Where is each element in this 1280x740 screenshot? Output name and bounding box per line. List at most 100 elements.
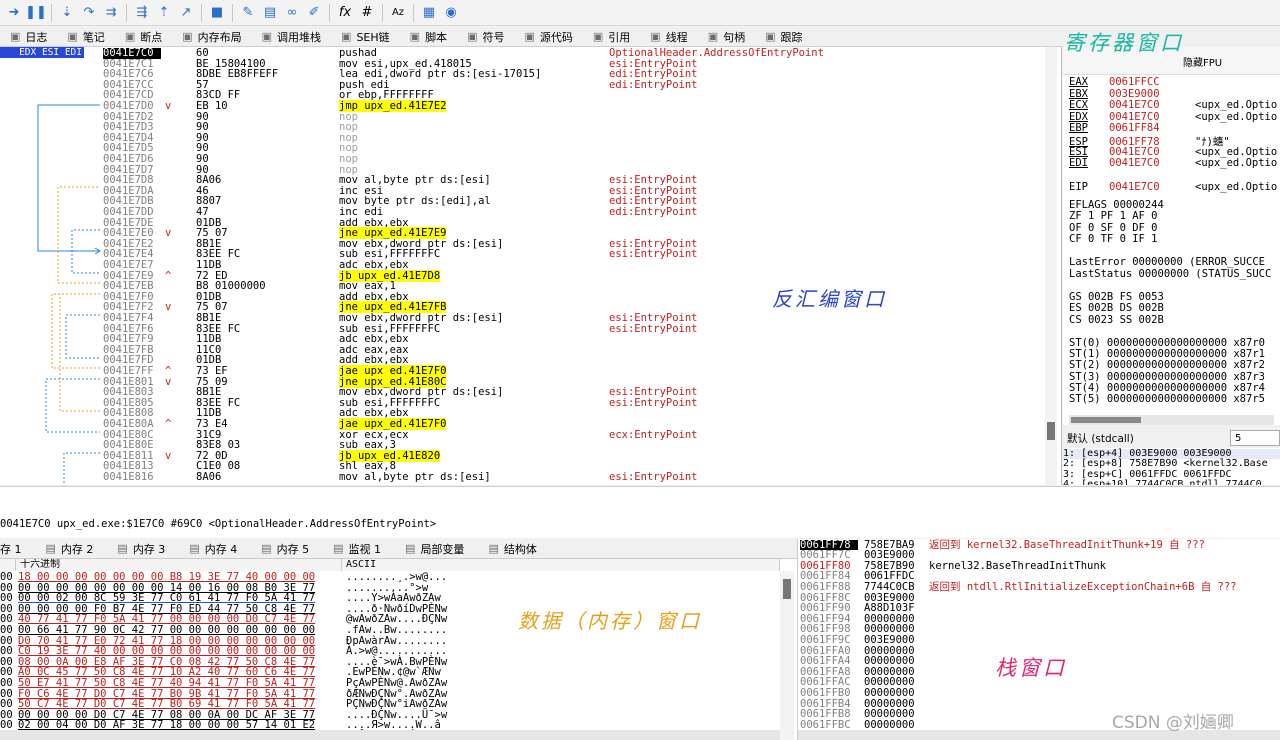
note-icon[interactable]: ▤ [260, 3, 280, 23]
tab-memory-map[interactable]: ▣ 内存布局 [172, 27, 251, 47]
link-icon[interactable]: ∞ [282, 3, 302, 23]
disasm-row[interactable]: 0041E7D7 90 nop [103, 164, 1043, 176]
globe-icon[interactable]: ◉ [441, 3, 461, 23]
tab-trace[interactable]: ▣ 跟踪 [755, 27, 812, 47]
register-eax[interactable]: EAX 0061FFCC [1069, 76, 1195, 88]
register-ecx[interactable]: ECX 0041E7C0 <upx_ed.Optio [1069, 99, 1277, 111]
step-over-icon[interactable]: ↷ [79, 3, 99, 23]
disasm-row[interactable]: 0041E7F2 v 75 07 jne upx_ed.41E7FB [103, 301, 1043, 314]
animate-icon[interactable]: ⇶ [132, 3, 152, 23]
disasm-row[interactable]: 0041E7F6 83EE FC sub esi,FFFFFFFC esi:Entry… [103, 323, 1043, 335]
dump-tab-4[interactable]: ▤ 内存 4 [177, 539, 249, 559]
tab-breakpoint[interactable]: ▣ 断点 [115, 27, 172, 47]
disasm-row[interactable]: 0041E7D8 8A06 mov al,byte ptr ds:[esi] esi:… [103, 175, 1043, 186]
dump-scrollbar[interactable] [780, 571, 794, 740]
register-ebx[interactable]: EBX 003E9000 [1069, 88, 1195, 100]
step-out-icon[interactable]: ⇡ [154, 3, 174, 23]
disasm-row[interactable]: 0041E7C0 60 pushad OptionalHeader.AddressOf… [103, 48, 1043, 59]
dump-tab-5[interactable]: ▤ 内存 5 [249, 539, 321, 559]
disasm-row[interactable]: 0041E7D0 v EB 10 jmp upx_ed.41E7E2 [103, 100, 1043, 112]
dump-tab-1[interactable]: 存 1 [0, 539, 34, 559]
arrow-right-icon[interactable]: ➜ [4, 3, 24, 23]
disasm-row[interactable]: 0041E7D6 90 nop [103, 154, 1043, 165]
disasm-row[interactable]: 0041E816 8A06 mov al,byte ptr ds:[esi] esi:… [103, 472, 1043, 483]
stop-icon[interactable]: ■ [207, 3, 227, 23]
disasm-row[interactable]: 0041E7EB B8 01000000 mov eax,1 [103, 281, 1043, 292]
tab-thread[interactable]: ▣ 线程 [640, 27, 697, 47]
stack-row[interactable]: 0061FFB0 00000000 [798, 688, 1280, 699]
disassembly-scrollbar[interactable] [1045, 47, 1057, 485]
hide-fpu-button[interactable]: 隐藏FPU [1183, 54, 1222, 69]
arg-count-dropdown[interactable]: 5 [1230, 430, 1280, 446]
tab-symbol[interactable]: ▣ 符号 [457, 27, 514, 47]
disasm-row[interactable]: 0041E7F0 01DB add ebx,ebx [103, 291, 1043, 303]
hash-icon[interactable]: # [357, 3, 377, 23]
disasm-row[interactable]: 0041E813 C1E0 08 shl eax,8 [103, 461, 1043, 472]
disasm-row[interactable]: 0041E80C 31C9 xor ecx,ecx ecx:EntryPoint [103, 429, 1043, 441]
disasm-row[interactable]: 0041E7E4 83EE FC sub esi,FFFFFFFC esi:Entry… [103, 249, 1043, 260]
dump-scroll-thumb[interactable] [783, 579, 791, 599]
disasm-row[interactable]: 0041E7E2 8B1E mov ebx,dword ptr ds:[esi] es… [103, 238, 1043, 250]
disasm-row[interactable]: 0041E7FD 01DB add ebx,ebx [103, 355, 1043, 366]
disasm-row[interactable]: 0041E7E7 11DB adc ebx,ebx [103, 260, 1043, 271]
disasm-row[interactable]: 0041E805 83EE FC sub esi,FFFFFFFC esi:Entry… [103, 397, 1043, 409]
disasm-row[interactable]: 0041E7DA 46 inc esi esi:EntryPoint [103, 185, 1043, 197]
flags-row[interactable]: OF 0 SF 0 DF 0 [1069, 222, 1158, 234]
disasm-row[interactable]: 0041E7CC 57 push edi edi:EntryPoint [103, 79, 1043, 91]
dump-tab-8[interactable]: ▤ 结构体 [476, 539, 548, 559]
run-to-icon[interactable]: ⇉ [101, 3, 121, 23]
tab-script[interactable]: ▣ 脚本 [400, 27, 457, 47]
registers-hscrollbar[interactable] [1069, 415, 1274, 425]
register-edx[interactable]: EDX 0041E7C0 <upx_ed.Optio [1069, 111, 1277, 123]
memory-dump-pane[interactable]: 十六进制 ASCII 00 18 00 00 00 00 00 00 00 B8 … [0, 559, 797, 740]
dump-tab-7[interactable]: ▤ 局部变量 [393, 539, 476, 559]
register-edi[interactable]: EDI 0041E7C0 <upx_ed.Optio [1069, 157, 1277, 169]
register-esi[interactable]: ESI 0041E7C0 <upx_ed.Optio [1069, 146, 1277, 158]
disasm-row[interactable]: 0041E7D4 90 nop [103, 132, 1043, 144]
tab-source[interactable]: ▣ 源代码 [514, 27, 582, 47]
dump-tab-6[interactable]: ▤ 监视 1 [321, 539, 393, 559]
disasm-row[interactable]: 0041E7DD 47 inc edi edi:EntryPoint [103, 207, 1043, 218]
register-ebp[interactable]: EBP 0061FF84 [1069, 122, 1195, 134]
tab-seh[interactable]: ▣ SEH链 [331, 27, 400, 47]
tab-reference[interactable]: ▣ 引用 [583, 27, 640, 47]
tab-log[interactable]: ▣ 日志 [0, 27, 57, 47]
disasm-row[interactable]: 0041E7DB 8807 mov byte ptr ds:[edi],al edi:… [103, 196, 1043, 207]
dump-tab-2[interactable]: ▤ 内存 2 [34, 539, 106, 559]
disassembly-pane[interactable]: 0041E7C0 60 pushad OptionalHeader.AddressOf… [0, 47, 1062, 485]
flags-row[interactable]: CF 0 TF 0 IF 1 [1069, 233, 1158, 245]
tab-notes[interactable]: ▣ 笔记 [57, 27, 114, 47]
disasm-row[interactable]: 0041E7DE 01DB add ebx,ebx [103, 217, 1043, 229]
dump-hscrollbar[interactable] [0, 730, 780, 740]
pause-icon[interactable]: ❚❚ [25, 3, 47, 23]
disasm-row[interactable]: 0041E80A ^ 73 E4 jae upx_ed.41E7F0 [103, 418, 1043, 430]
disasm-row[interactable]: 0041E803 8B1E mov ebx,dword ptr ds:[esi] es… [103, 387, 1043, 398]
disasm-row[interactable]: 0041E7CD 83CD FF or ebp,FFFFFFFF [103, 90, 1043, 101]
disasm-row[interactable]: 0041E811 v 72 0D jb upx_ed.41E820 [103, 449, 1043, 462]
disasm-row[interactable]: 0041E7F4 8B1E mov ebx,dword ptr ds:[esi] es… [103, 313, 1043, 324]
dump-tab-3[interactable]: ▤ 内存 3 [105, 539, 177, 559]
eraser-icon[interactable]: ✎ [238, 3, 258, 23]
tab-call-stack[interactable]: ▣ 调用堆栈 [252, 27, 331, 47]
flags-row[interactable]: ZF 1 PF 1 AF 0 [1069, 210, 1158, 222]
disasm-row[interactable]: 0041E7D5 90 nop [103, 143, 1043, 154]
registers-hscroll-thumb[interactable] [1071, 417, 1141, 423]
patch-icon[interactable]: ✐ [304, 3, 324, 23]
disassembly-scroll-thumb[interactable] [1047, 422, 1055, 440]
disasm-row[interactable]: 0041E80E 83E8 03 sub eax,3 [103, 440, 1043, 451]
step-into-icon[interactable]: ⇣ [57, 3, 77, 23]
disasm-row[interactable]: 0041E7E0 v 75 07 jne upx_ed.41E7E9 [103, 227, 1043, 240]
disasm-row[interactable]: 0041E7FF ^ 73 EF jae upx_ed.41E7F0 [103, 365, 1043, 377]
run-to-user-icon[interactable]: ↗ [176, 3, 196, 23]
disasm-row[interactable]: 0041E7C6 8DBE EB8FFEFF lea edi,dword ptr d… [103, 69, 1043, 80]
fx-icon[interactable]: fx [335, 3, 355, 23]
stack-row[interactable]: 0061FF9C 003E9000 [798, 635, 1280, 646]
disasm-row[interactable]: 0041E7F9 11DB adc ebx,ebx [103, 334, 1043, 345]
disasm-row[interactable]: 0041E801 v 75 09 jne upx_ed.41E80C [103, 375, 1043, 388]
stack-row[interactable]: 0061FF88 7744C0CB 返回到 ntdll.RtlInitializeE… [798, 582, 1280, 593]
calculator-icon[interactable]: ▦ [419, 3, 439, 23]
registers-pane[interactable]: 隐藏FPU EAX 0061FFCC EBX 003E9000 ECX 0041E7C0 <… [1063, 47, 1280, 425]
register-eip[interactable]: EIP 0041E7C0 <upx_ed.Optio [1069, 181, 1277, 193]
eflags-row[interactable]: EFLAGS 00000244 [1069, 199, 1164, 211]
disasm-row[interactable]: 0041E7D2 90 nop [103, 111, 1043, 123]
